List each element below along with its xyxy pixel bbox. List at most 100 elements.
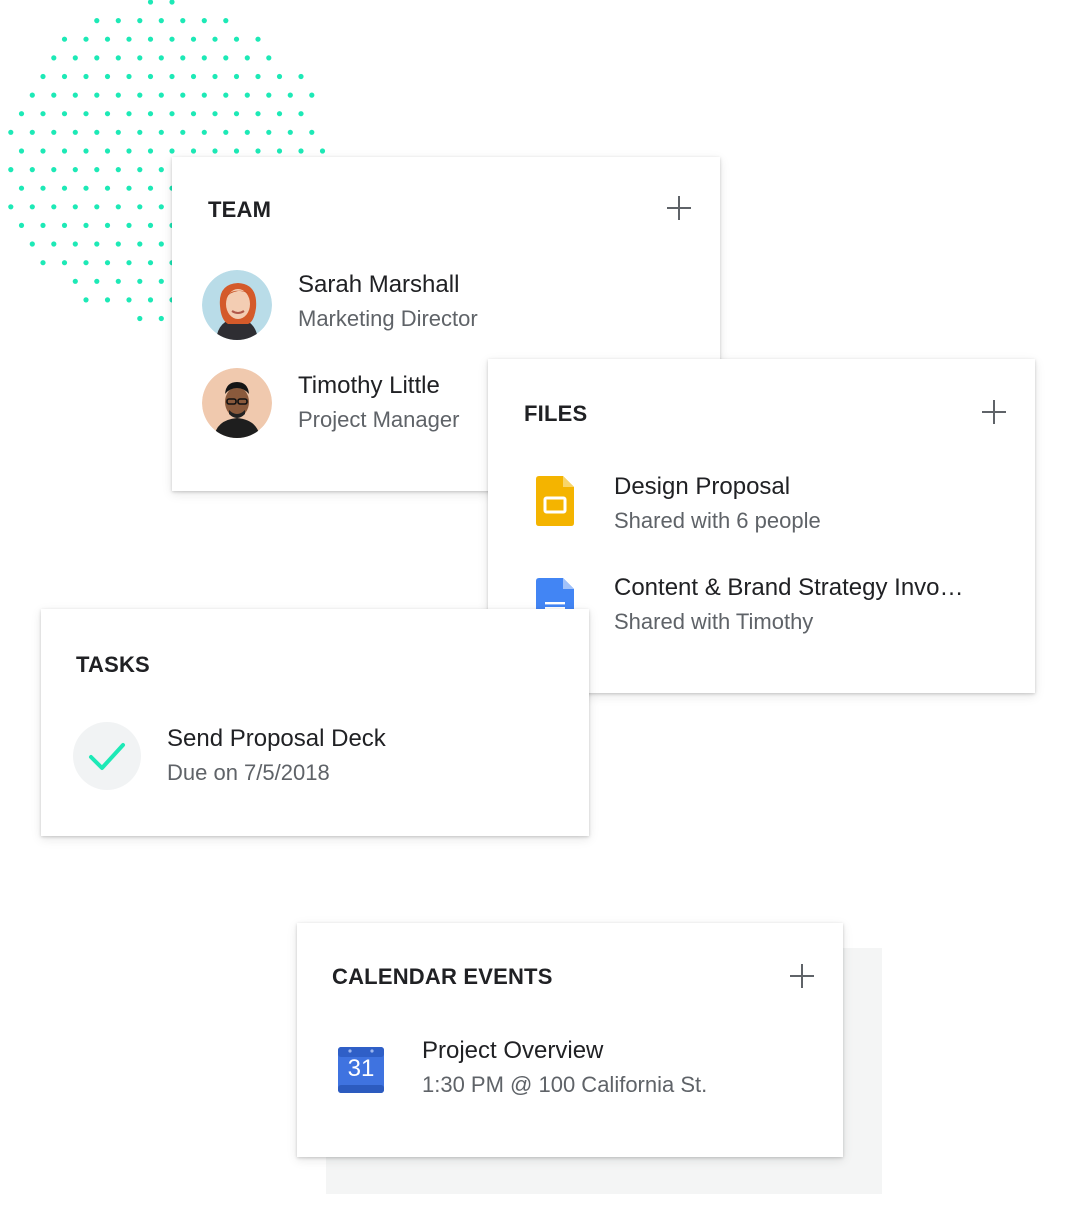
decorative-dot [104, 148, 111, 154]
add-team-member-button[interactable] [666, 195, 692, 221]
decorative-dot [115, 92, 121, 98]
decorative-dot [83, 148, 89, 154]
decorative-dot [104, 185, 111, 191]
decorative-dot [233, 148, 240, 154]
calendar-day-number: 31 [347, 1055, 375, 1082]
decorative-dot [158, 18, 164, 24]
decorative-dot [29, 167, 35, 173]
decorative-dot [94, 18, 100, 24]
decorative-dot [233, 36, 240, 42]
decorative-dot [169, 148, 175, 154]
decorative-dot [266, 55, 272, 61]
decorative-dot [126, 260, 132, 266]
decorative-dot [126, 73, 132, 80]
decorative-dot [201, 129, 207, 135]
decorative-dot [201, 18, 207, 24]
checkmark-icon [89, 743, 125, 770]
decorative-dot [126, 222, 132, 228]
decorative-dot [104, 73, 111, 80]
avatar [202, 368, 272, 438]
decorative-dot [223, 129, 229, 135]
decorative-dot [180, 129, 186, 135]
decorative-dot [83, 111, 89, 117]
decorative-dot [61, 185, 68, 191]
add-file-button[interactable] [981, 399, 1007, 425]
decorative-dot [51, 92, 57, 98]
decorative-dot [158, 204, 164, 210]
decorative-dot [8, 204, 14, 210]
decorative-dot [8, 167, 14, 173]
decorative-dot [158, 315, 164, 322]
decorative-dot [158, 278, 164, 284]
file-shared-info: Shared with Timothy [614, 609, 814, 634]
decorative-dot [40, 73, 46, 80]
decorative-dot [137, 167, 143, 173]
decorative-dot [244, 129, 250, 135]
decorative-dot [115, 18, 121, 24]
decorative-dot [51, 55, 57, 61]
decorative-dot [40, 148, 46, 154]
decorative-dot [29, 204, 35, 210]
decorative-dot [115, 241, 121, 247]
decorative-dot [201, 55, 207, 61]
decorative-dot [298, 73, 304, 80]
decorative-dot [190, 111, 197, 117]
decorative-dot [18, 111, 25, 117]
decorative-dot [255, 73, 261, 80]
decorative-dot [72, 167, 78, 173]
decorative-dot [276, 148, 283, 154]
team-member-name: Timothy Little [298, 372, 440, 399]
decorative-dot [115, 204, 121, 210]
decorative-dot [126, 185, 132, 191]
decorative-dot [298, 148, 304, 154]
event-time-location: 1:30 PM @ 100 California St. [422, 1072, 708, 1097]
task-complete-toggle[interactable] [73, 722, 141, 790]
decorative-dot [158, 167, 164, 173]
decorative-dot [223, 92, 229, 98]
decorative-dot [126, 148, 132, 154]
team-member-role: Marketing Director [298, 306, 478, 331]
decorative-dot [137, 18, 143, 24]
decorative-dot [18, 148, 25, 154]
decorative-dot [147, 148, 154, 154]
decorative-dot [61, 260, 68, 266]
decorative-dot [72, 129, 78, 135]
decorative-dot [266, 129, 272, 135]
decorative-dot [319, 148, 326, 154]
decorative-dot [212, 36, 218, 42]
decorative-dot [8, 129, 14, 135]
decorative-dot [61, 148, 68, 154]
decorative-dot [158, 129, 164, 135]
tasks-card-title: TASKS [76, 652, 150, 677]
add-calendar-event-button[interactable] [789, 963, 815, 989]
decorative-dot [169, 36, 175, 42]
decorative-dot [94, 278, 100, 284]
decorative-dot [51, 241, 57, 247]
decorative-dot [94, 92, 100, 98]
decorative-dot [29, 129, 35, 135]
decorative-dot [126, 36, 132, 42]
decorative-dot [115, 167, 121, 173]
decorative-dot [94, 167, 100, 173]
decorative-dot [72, 204, 78, 210]
decorative-dot [83, 297, 89, 303]
decorative-dot [40, 185, 46, 191]
decorative-dot [190, 73, 197, 80]
decorative-dot [94, 55, 100, 61]
google-calendar-icon: 31 [338, 1045, 386, 1093]
decorative-dot [255, 148, 261, 154]
decorative-dot [94, 204, 100, 210]
decorative-dot [40, 111, 46, 117]
decorative-dot [309, 92, 315, 98]
decorative-dot [180, 18, 186, 24]
decorative-dot [137, 92, 143, 98]
decorative-dot [233, 111, 240, 117]
decorative-dot [61, 111, 68, 117]
decorative-dot [40, 260, 46, 266]
file-name: Design Proposal [614, 473, 791, 500]
task-name: Send Proposal Deck [167, 725, 386, 752]
decorative-dot [72, 55, 78, 61]
decorative-dot [72, 278, 78, 284]
decorative-dot [190, 148, 197, 154]
decorative-dot [137, 241, 143, 247]
